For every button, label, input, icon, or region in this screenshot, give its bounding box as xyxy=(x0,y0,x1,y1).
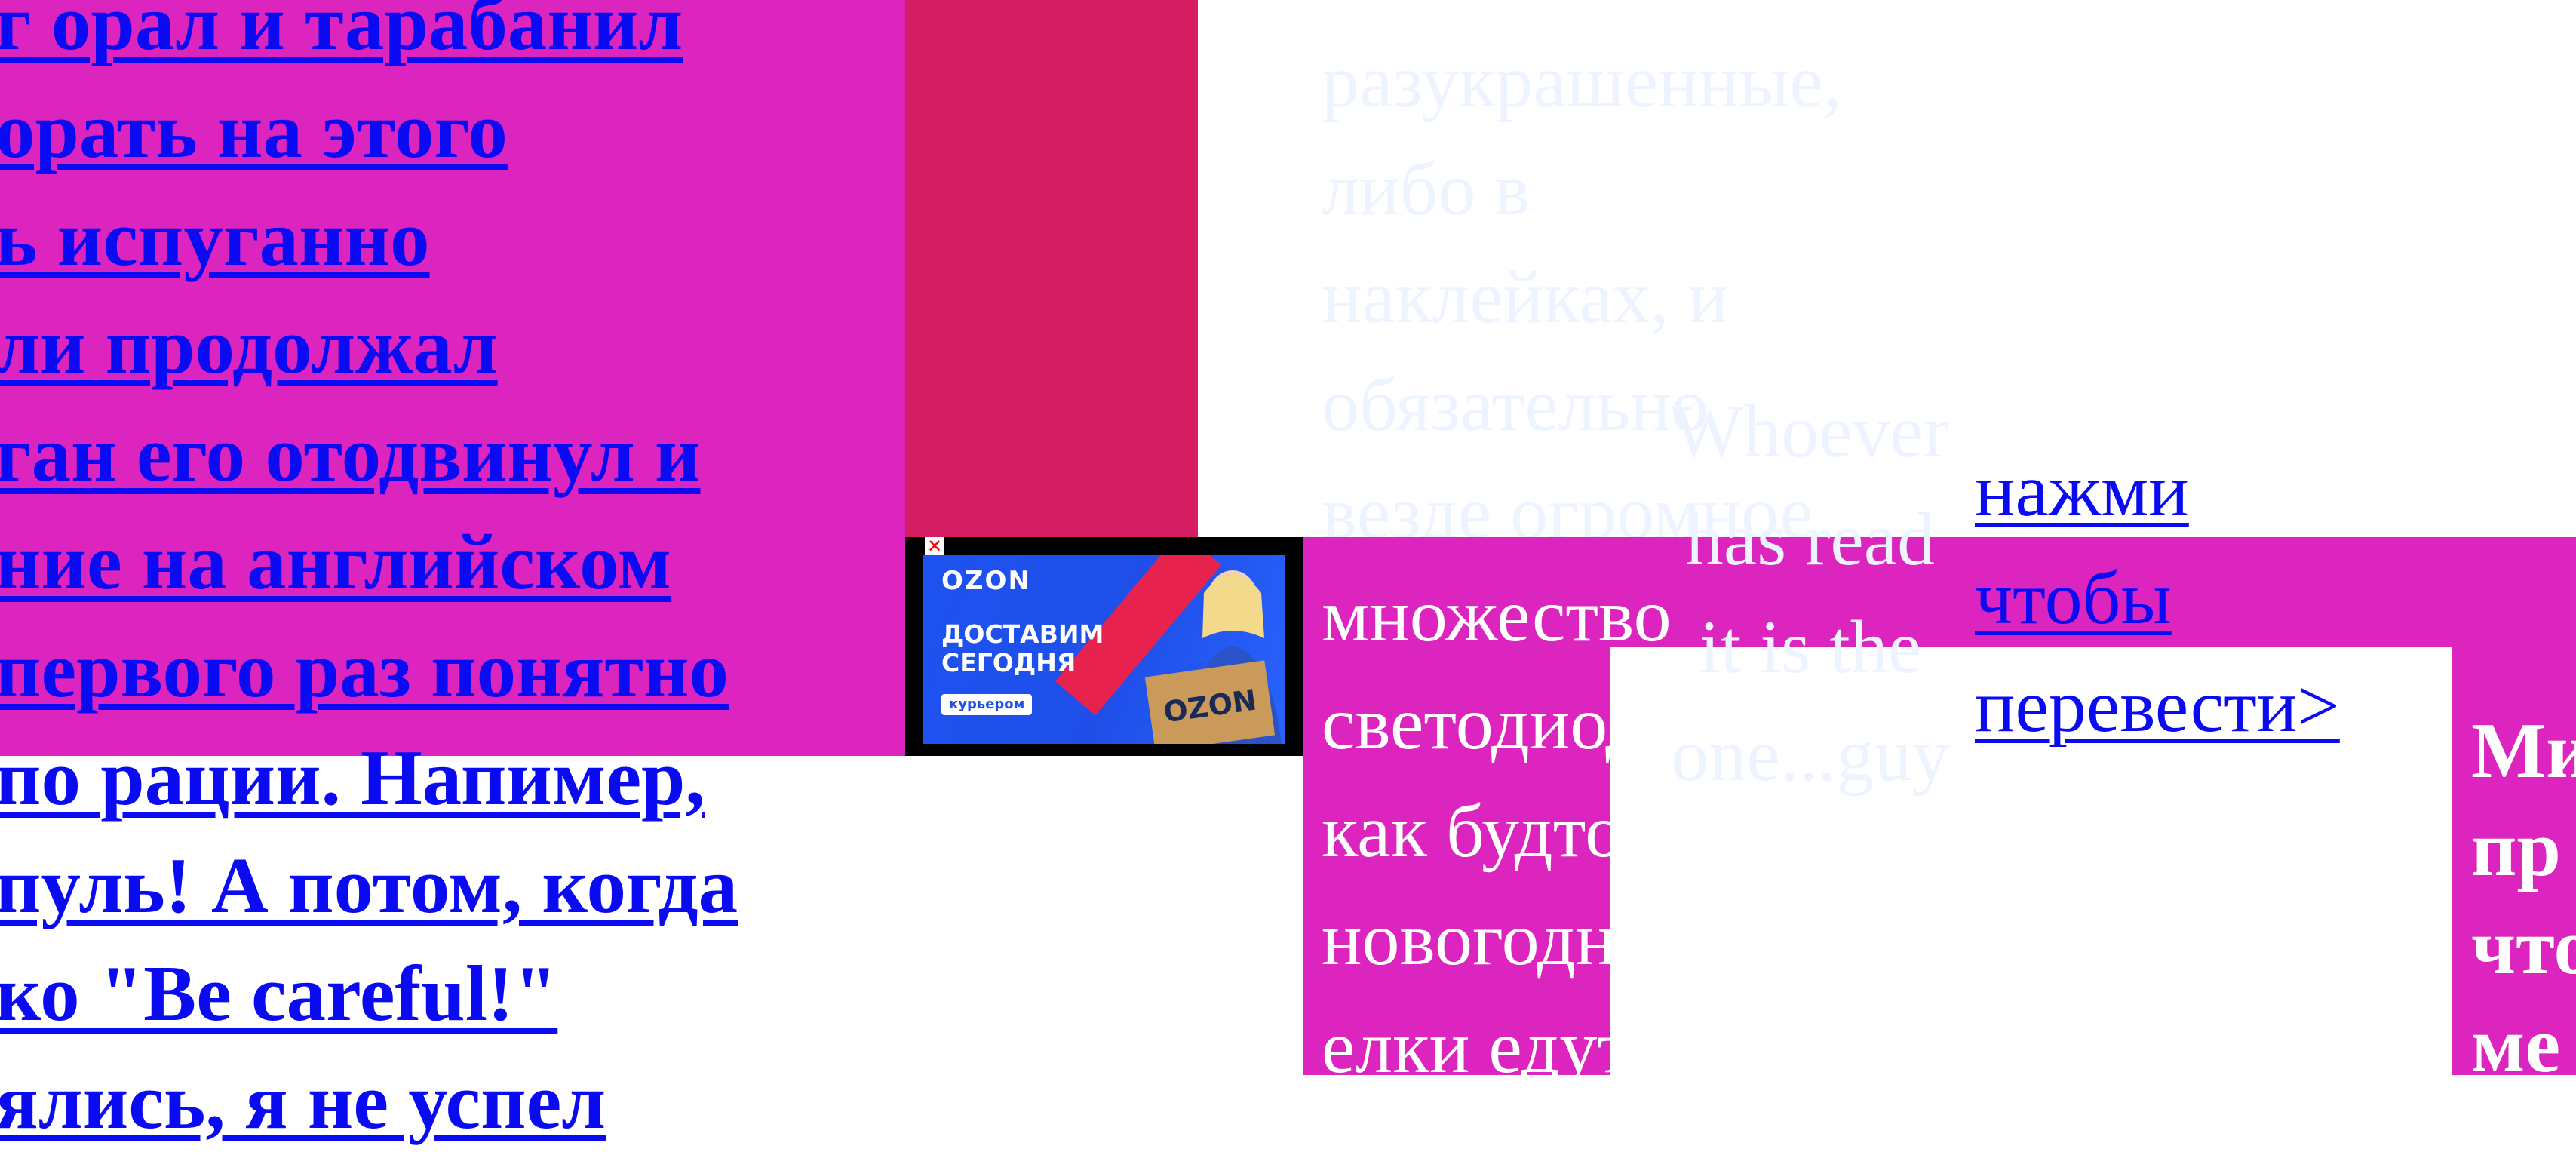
translate-link-line[interactable]: перевести> xyxy=(1975,652,2458,760)
translate-link-line[interactable]: нажми xyxy=(1975,436,2458,544)
article-link-line[interactable]: орать на этого xyxy=(0,76,901,184)
ozon-ad-banner[interactable]: OZON ДОСТАВИМ СЕГОДНЯ курьером OZON xyxy=(923,555,1285,744)
faded-text-line: либо в xyxy=(1322,147,1531,231)
article-link-line[interactable]: ко "Be careful!" xyxy=(0,939,901,1047)
article-link-line[interactable]: пуль! А потом, когда xyxy=(0,831,901,939)
faded-text-line: разукрашенные, xyxy=(1322,39,1842,123)
faded-text-line: наклейках, и xyxy=(1322,255,1729,339)
left-article-text: г орал и тарабанил орать на этого ь испу… xyxy=(0,0,901,1155)
ad-headline: ДОСТАВИМ СЕГОДНЯ xyxy=(941,619,1104,677)
right-text-line: что xyxy=(2471,902,2576,991)
article-link-line[interactable]: ние на английском xyxy=(0,508,901,616)
right-text: Ми пр что ме xyxy=(2471,702,2576,1094)
english-text-line: Whoever xyxy=(1672,389,1949,473)
article-link-line[interactable]: ган его отодвинул и xyxy=(0,400,901,508)
ozon-logo: OZON xyxy=(941,566,1031,596)
translate-link-line[interactable]: чтобы xyxy=(1975,544,2458,652)
right-text-line: пр xyxy=(2471,804,2561,892)
article-link-line[interactable]: по рации. Напимер, xyxy=(0,723,901,831)
english-text-line: has read xyxy=(1685,497,1936,581)
translate-link[interactable]: нажми чтобы перевести> xyxy=(1975,436,2458,760)
english-text-line: it is the xyxy=(1699,605,1922,689)
article-link-line[interactable]: ялись, я не успел xyxy=(0,1047,901,1155)
faded-english-text: Whoever has read it is the one...guy xyxy=(1629,377,1991,809)
article-link-line[interactable]: первого раз понятно xyxy=(0,616,901,723)
article-link-line[interactable]: ь испуганно xyxy=(0,184,901,292)
crimson-block xyxy=(905,0,1198,537)
right-text-line: ме xyxy=(2471,1000,2561,1089)
ad-close-icon[interactable]: ✕ xyxy=(925,537,944,555)
ad-courier-chip: курьером xyxy=(941,694,1033,715)
right-text-line: Ми xyxy=(2471,706,2576,794)
article-link-line[interactable]: ли продолжал xyxy=(0,292,901,400)
english-text-line: one...guy xyxy=(1671,713,1950,797)
article-link-line[interactable]: г орал и тарабанил xyxy=(0,0,901,76)
